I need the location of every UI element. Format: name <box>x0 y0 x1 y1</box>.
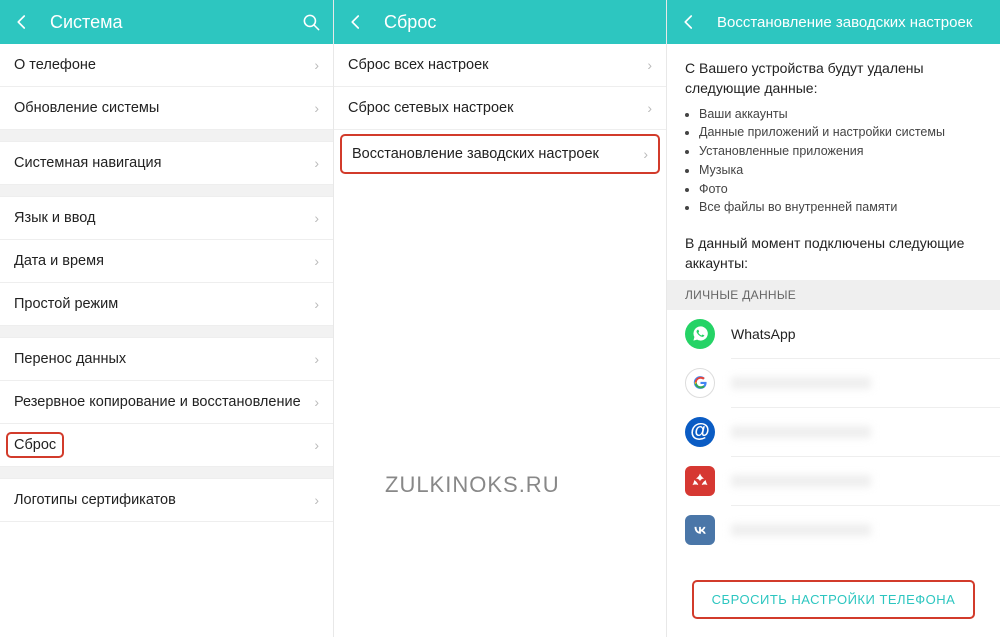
header-title: Восстановление заводских настроек <box>717 14 988 31</box>
watermark: ZULKINOKS.RU <box>385 472 560 498</box>
list-item-label: Язык и ввод <box>14 210 306 226</box>
list-item-label: Сброс всех настроек <box>348 57 639 73</box>
list-item-label: Дата и время <box>14 253 306 269</box>
list-item[interactable]: Дата и время › <box>0 240 333 283</box>
list-item[interactable]: О телефоне › <box>0 44 333 87</box>
bullet-item: Фото <box>699 180 982 199</box>
bullet-item: Музыка <box>699 161 982 180</box>
back-icon[interactable] <box>12 12 32 32</box>
account-label-blurred <box>731 426 871 438</box>
delete-list: Ваши аккаунтыДанные приложений и настрой… <box>667 105 1000 228</box>
account-row[interactable]: @ <box>667 408 1000 456</box>
list-item[interactable]: Сброс всех настроек › <box>334 44 666 87</box>
account-label-blurred <box>731 524 871 536</box>
reset-button-wrap: СБРОСИТЬ НАСТРОЙКИ ТЕЛЕФОНА <box>667 580 1000 619</box>
mail-icon: @ <box>685 417 715 447</box>
google-icon <box>685 368 715 398</box>
list-item[interactable]: Обновление системы › <box>0 87 333 130</box>
back-icon[interactable] <box>346 12 366 32</box>
account-row[interactable] <box>667 359 1000 407</box>
account-row[interactable]: WhatsApp <box>667 310 1000 358</box>
list-item-label: Системная навигация <box>14 155 306 171</box>
highlighted-row: Восстановление заводских настроек › <box>340 134 660 174</box>
list-item[interactable]: Логотипы сертификатов › <box>0 479 333 522</box>
list-item-label: Сброс <box>14 437 306 453</box>
header-system: Система <box>0 0 333 44</box>
list-item[interactable]: Сброс › <box>0 424 333 467</box>
huawei-icon <box>685 466 715 496</box>
chevron-right-icon: › <box>314 351 319 367</box>
bullet-item: Данные приложений и настройки системы <box>699 123 982 142</box>
account-label-blurred <box>731 377 871 389</box>
list-item-label: О телефоне <box>14 57 306 73</box>
list-item[interactable]: Восстановление заводских настроек › <box>342 136 658 172</box>
vk-icon <box>685 515 715 545</box>
bullet-item: Установленные приложения <box>699 142 982 161</box>
chevron-right-icon: › <box>647 57 652 73</box>
panel-factory-reset: Восстановление заводских настроек С Ваше… <box>666 0 1000 637</box>
header-title: Система <box>50 12 301 33</box>
list-item[interactable]: Сброс сетевых настроек › <box>334 87 666 130</box>
account-row[interactable] <box>667 457 1000 505</box>
list-item[interactable]: Резервное копирование и восстановление › <box>0 381 333 424</box>
section-personal-data: ЛИЧНЫЕ ДАННЫЕ <box>667 280 1000 310</box>
bullet-item: Все файлы во внутренней памяти <box>699 198 982 217</box>
chevron-right-icon: › <box>314 100 319 116</box>
header-reset: Сброс <box>334 0 666 44</box>
list-item-label: Простой режим <box>14 296 306 312</box>
chevron-right-icon: › <box>314 437 319 453</box>
chevron-right-icon: › <box>314 57 319 73</box>
chevron-right-icon: › <box>643 146 648 162</box>
list-item-label: Восстановление заводских настроек <box>352 146 635 162</box>
account-label-blurred <box>731 475 871 487</box>
list-item-label: Резервное копирование и восстановление <box>14 394 306 410</box>
list-gap <box>0 467 333 479</box>
list-item[interactable]: Системная навигация › <box>0 142 333 185</box>
list-item[interactable]: Простой режим › <box>0 283 333 326</box>
list-gap <box>0 326 333 338</box>
bullet-item: Ваши аккаунты <box>699 105 982 124</box>
header-factory-reset: Восстановление заводских настроек <box>667 0 1000 44</box>
chevron-right-icon: › <box>647 100 652 116</box>
list-item-label: Обновление системы <box>14 100 306 116</box>
list-item-label: Перенос данных <box>14 351 306 367</box>
search-icon[interactable] <box>301 12 321 32</box>
list-gap <box>0 185 333 197</box>
chevron-right-icon: › <box>314 492 319 508</box>
chevron-right-icon: › <box>314 253 319 269</box>
chevron-right-icon: › <box>314 210 319 226</box>
chevron-right-icon: › <box>314 296 319 312</box>
list-item[interactable]: Язык и ввод › <box>0 197 333 240</box>
whatsapp-icon <box>685 319 715 349</box>
list-gap <box>0 130 333 142</box>
list-item-label: Сброс сетевых настроек <box>348 100 639 116</box>
info-text-1: С Вашего устройства будут удалены следую… <box>667 44 1000 105</box>
chevron-right-icon: › <box>314 394 319 410</box>
list-item-label: Логотипы сертификатов <box>14 492 306 508</box>
chevron-right-icon: › <box>314 155 319 171</box>
header-title: Сброс <box>384 12 654 33</box>
back-icon[interactable] <box>679 12 699 32</box>
list-item[interactable]: Перенос данных › <box>0 338 333 381</box>
account-row[interactable] <box>667 506 1000 554</box>
info-text-2: В данный момент подключены следующие акк… <box>667 227 1000 280</box>
reset-phone-button[interactable]: СБРОСИТЬ НАСТРОЙКИ ТЕЛЕФОНА <box>692 580 976 619</box>
panel-reset: Сброс Сброс всех настроек›Сброс сетевых … <box>333 0 666 637</box>
panel-system: Система О телефоне›Обновление системы›Си… <box>0 0 333 637</box>
account-label: WhatsApp <box>731 326 796 342</box>
